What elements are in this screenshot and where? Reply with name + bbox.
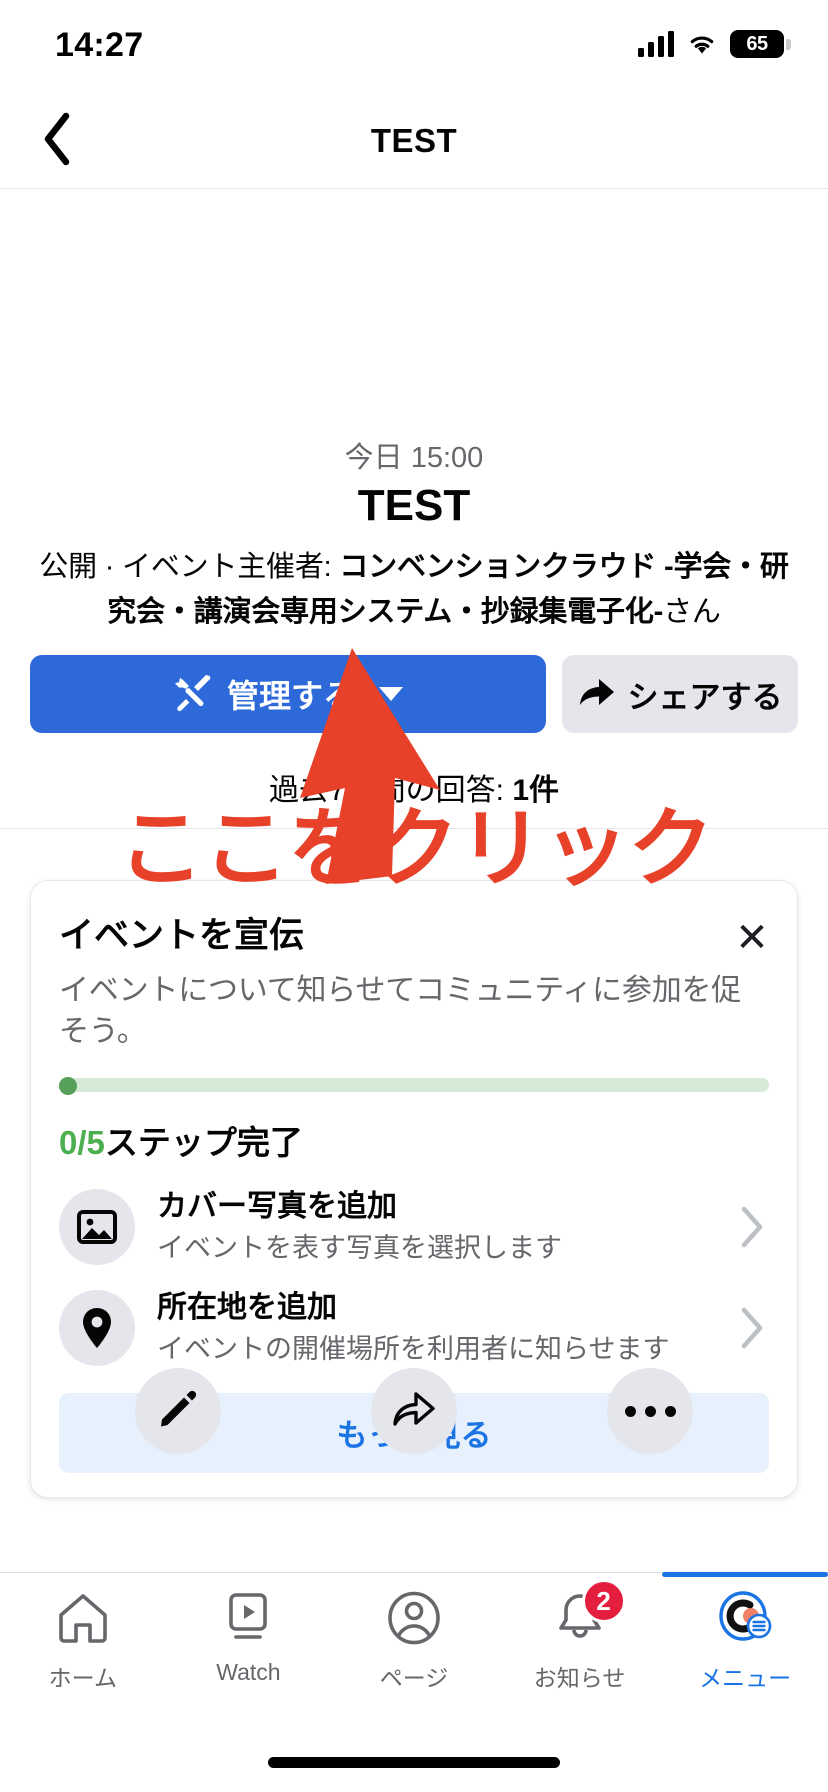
tab-notifications[interactable]: 2 お知らせ <box>497 1579 663 1693</box>
active-tab-indicator <box>662 1572 828 1577</box>
tab-home[interactable]: ホーム <box>0 1589 166 1693</box>
notification-badge: 2 <box>581 1579 626 1623</box>
home-icon <box>56 1589 110 1647</box>
watch-video-icon <box>223 1589 273 1647</box>
menu-avatar-icon <box>716 1589 774 1647</box>
home-indicator <box>268 1757 560 1768</box>
tab-watch[interactable]: Watch <box>166 1589 332 1686</box>
phone-screen: 14:27 65 TEST 今日 15:00 TEST 公開 · イベント主催者… <box>0 0 828 1792</box>
pages-profile-icon <box>387 1589 441 1647</box>
tab-label: お知らせ <box>533 1665 626 1691</box>
tab-label: ページ <box>379 1665 449 1691</box>
tab-label: Watch <box>216 1659 281 1685</box>
tab-label: ホーム <box>48 1665 117 1691</box>
tab-label: メニュー <box>699 1665 792 1691</box>
bell-icon: 2 <box>556 1579 626 1647</box>
bottom-tab-bar: ホーム Watch ページ 2 お知らせ メニュー <box>0 0 828 1792</box>
tab-pages[interactable]: ページ <box>331 1589 497 1693</box>
tab-menu[interactable]: メニュー <box>662 1572 828 1693</box>
